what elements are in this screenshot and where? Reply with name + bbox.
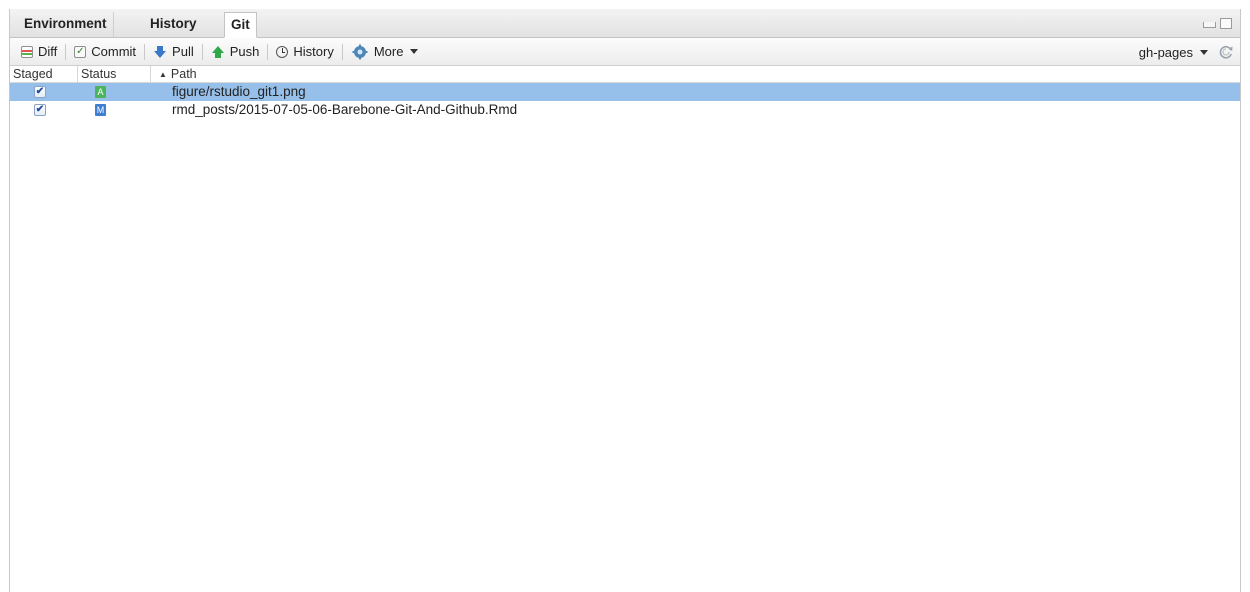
gear-icon (352, 44, 368, 59)
file-table-header: Staged Status ▲ Path (10, 66, 1240, 83)
more-menu-button[interactable]: More (346, 41, 424, 63)
history-label: History (293, 44, 334, 59)
refresh-icon[interactable] (1218, 44, 1234, 60)
toolbar-divider (267, 43, 269, 60)
pull-button[interactable]: Pull (148, 41, 199, 63)
tab-history[interactable]: History (144, 12, 203, 37)
pull-label: Pull (172, 44, 194, 59)
window-controls (1203, 18, 1232, 29)
column-header-path[interactable]: ▲ Path (151, 66, 351, 82)
commit-icon: ✓ (74, 45, 87, 58)
more-label: More (373, 44, 404, 59)
toolbar-divider (144, 43, 146, 60)
minimize-icon[interactable] (1203, 22, 1216, 28)
toolbar-divider (341, 43, 343, 60)
diff-label: Diff (38, 44, 58, 59)
tab-git[interactable]: Git (224, 12, 257, 38)
table-row[interactable]: ✔ A figure/rstudio_git1.png (10, 83, 1240, 101)
diff-button[interactable]: Diff (16, 41, 62, 63)
branch-label: gh-pages (1138, 44, 1193, 60)
toolbar-divider (65, 43, 67, 60)
history-button[interactable]: History (271, 41, 338, 63)
pane-tab-bar: Environment History Git (10, 9, 1240, 38)
sort-ascending-icon: ▲ (159, 70, 167, 79)
clock-icon (276, 45, 289, 58)
push-button[interactable]: Push (206, 41, 265, 63)
status-badge-added: A (95, 86, 106, 98)
column-header-staged[interactable]: Staged (10, 66, 78, 82)
chevron-down-icon (410, 49, 419, 54)
staged-checkbox[interactable]: ✔ (34, 104, 46, 116)
chevron-down-icon (1200, 49, 1208, 55)
commit-button[interactable]: ✓ Commit (69, 41, 141, 63)
commit-label: Commit (91, 44, 137, 59)
pull-arrow-icon (154, 45, 167, 58)
branch-dropdown[interactable]: gh-pages (1139, 41, 1208, 63)
column-header-status[interactable]: Status (78, 66, 151, 82)
git-toolbar: Diff ✓ Commit Pull Push History More gh-… (10, 38, 1240, 66)
table-row[interactable]: ✔ M rmd_posts/2015-07-05-06-Barebone-Git… (10, 101, 1240, 119)
staged-checkbox[interactable]: ✔ (34, 86, 46, 98)
file-path: figure/rstudio_git1.png (172, 84, 306, 99)
maximize-icon[interactable] (1220, 18, 1232, 29)
diff-icon (21, 45, 33, 58)
file-table-body: ✔ A figure/rstudio_git1.png ✔ M rmd_post… (10, 83, 1240, 119)
push-arrow-icon (211, 45, 224, 58)
toolbar-right: gh-pages (1139, 41, 1234, 63)
status-badge-modified: M (95, 104, 106, 116)
file-path: rmd_posts/2015-07-05-06-Barebone-Git-And… (172, 102, 518, 117)
push-label: Push (229, 44, 260, 59)
git-pane: Environment History Git Diff ✓ Commit Pu… (9, 9, 1241, 592)
path-header-label: Path (170, 67, 197, 81)
toolbar-divider (201, 43, 203, 60)
tab-environment[interactable]: Environment (18, 12, 114, 37)
